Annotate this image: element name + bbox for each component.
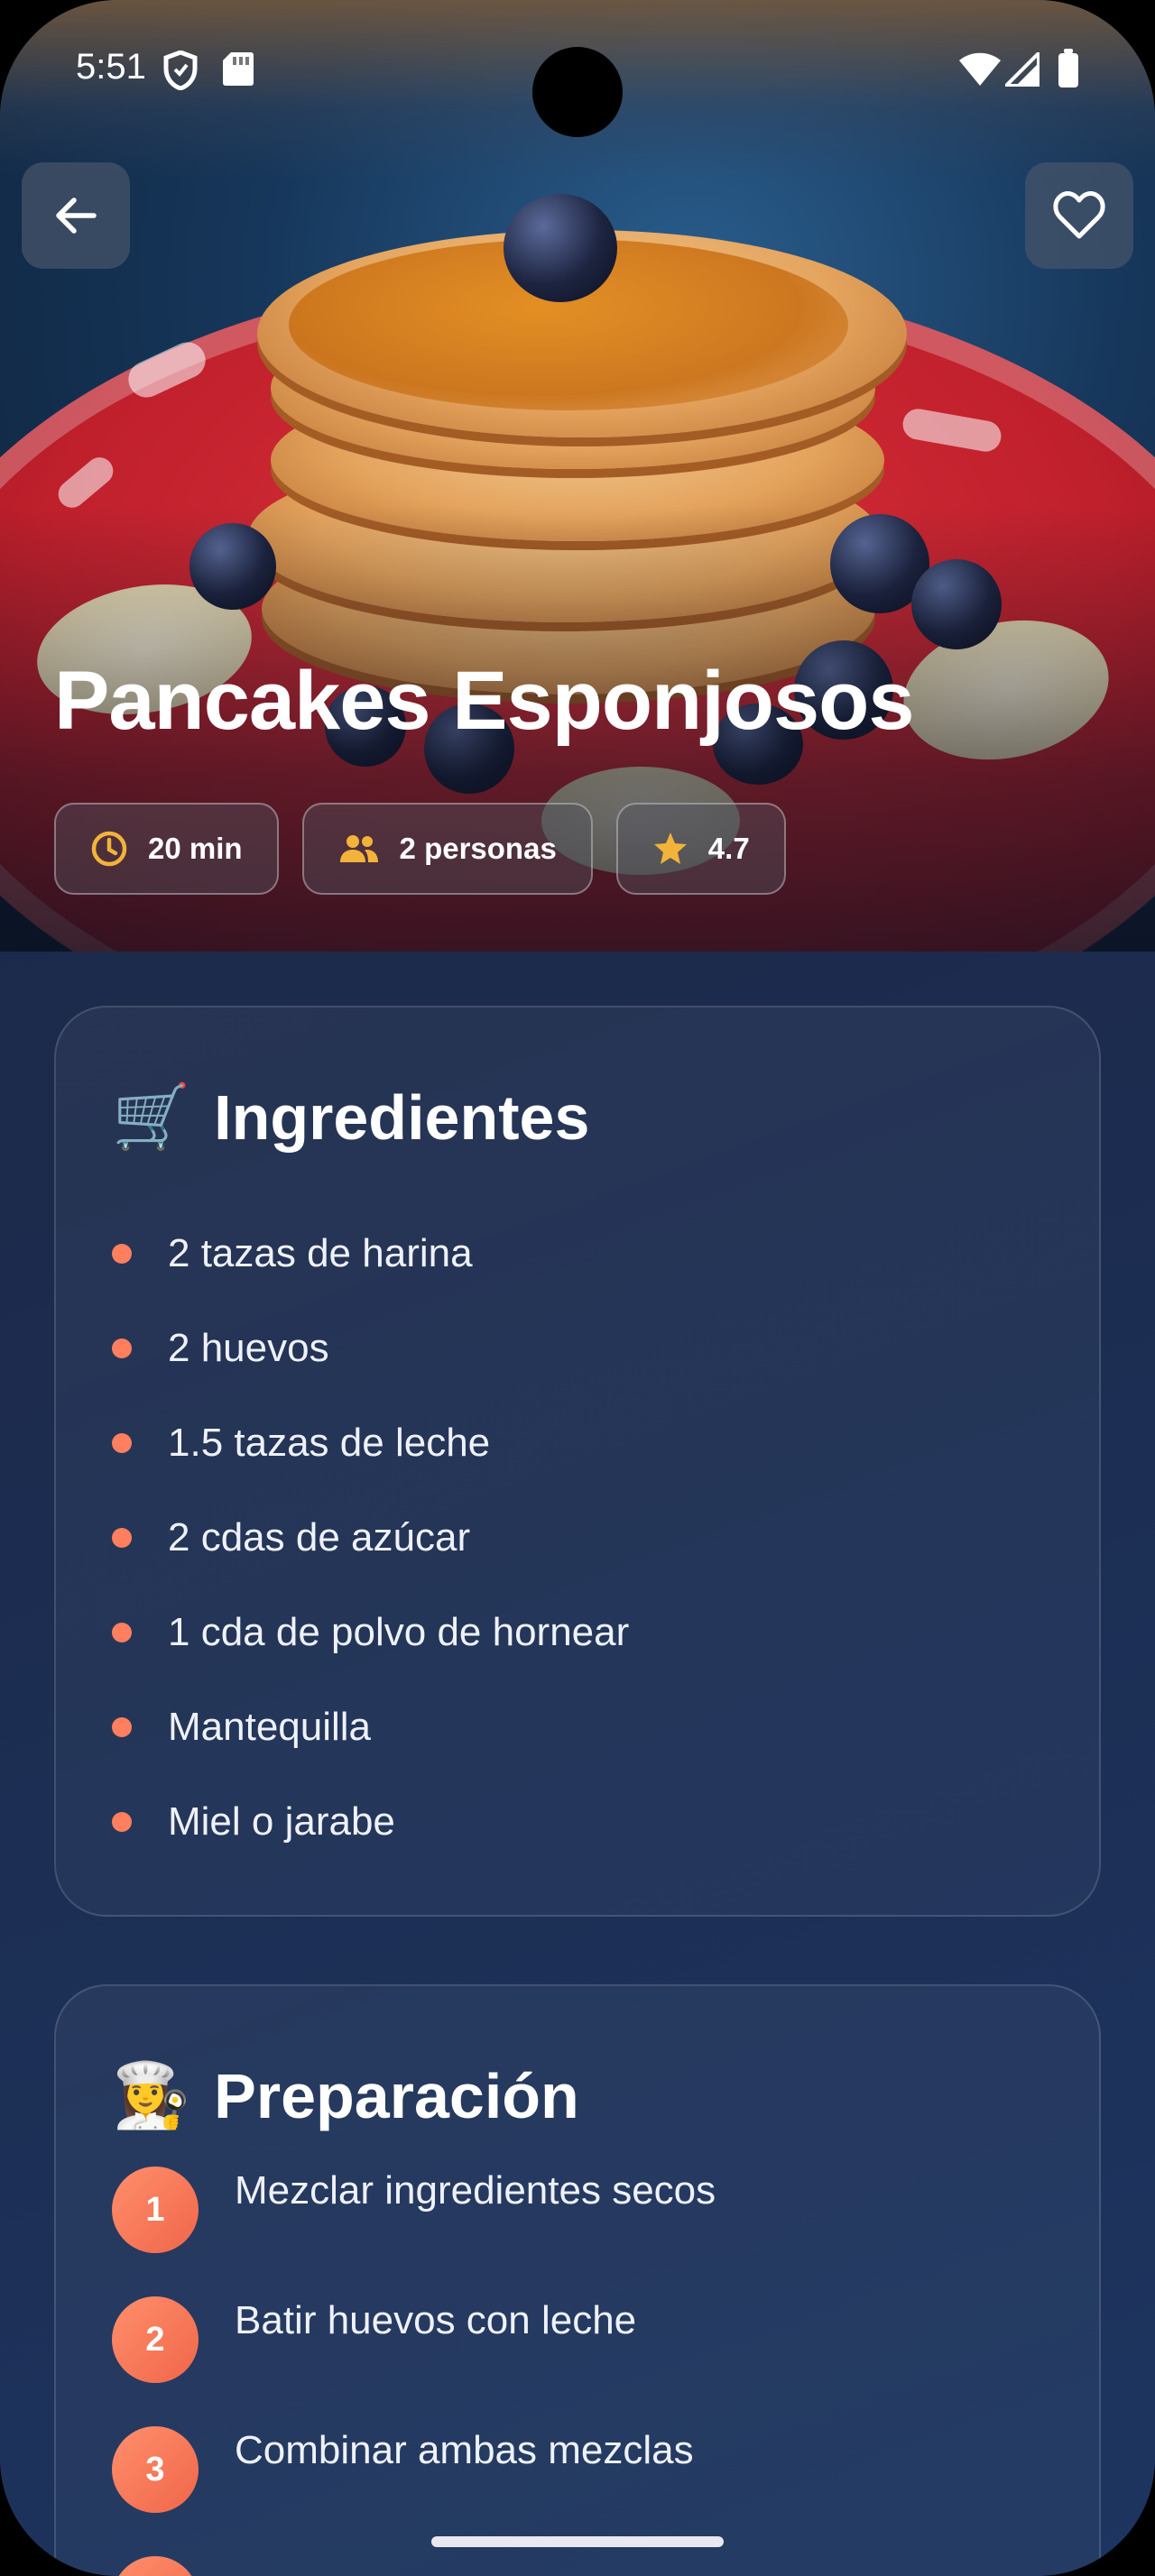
step-number: 3 xyxy=(112,2426,199,2513)
step-text: Mezclar ingredientes secos xyxy=(235,2168,716,2213)
ingredient-item: Miel o jarabe xyxy=(112,1774,629,1869)
step-item: 1 Mezclar ingredientes secos xyxy=(112,2167,716,2296)
status-time: 5:51 xyxy=(76,47,146,87)
chef-icon: 👩‍🍳 xyxy=(112,2058,191,2132)
shopping-cart-icon: 🛒 xyxy=(112,1080,191,1154)
bullet-dot-icon xyxy=(112,1432,132,1453)
star-icon xyxy=(653,833,687,864)
preparation-header: 👩‍🍳 Preparación xyxy=(112,2058,579,2133)
step-item: 2 Batir huevos con leche xyxy=(112,2296,716,2426)
ingredients-title: Ingredientes xyxy=(214,1081,590,1153)
recipe-title: Pancakes Esponjosos xyxy=(54,655,915,747)
back-button[interactable] xyxy=(22,162,130,269)
step-number xyxy=(112,2556,199,2576)
ingredients-header: 🛒 Ingredientes xyxy=(112,1080,589,1155)
arrow-left-icon xyxy=(56,198,97,234)
status-bar: 5:51 xyxy=(0,0,1155,137)
time-chip: 20 min xyxy=(54,803,279,895)
heart-outline-icon xyxy=(1053,191,1105,239)
bullet-dot-icon xyxy=(112,1811,132,1832)
bullet-dot-icon xyxy=(112,1243,132,1264)
ingredients-card: 🛒 Ingredientes 2 tazas de harina 2 huevo… xyxy=(54,1006,1101,1917)
rating-value: 4.7 xyxy=(707,832,750,865)
recipe-detail-screen: 5:51 Pancakes Esponjosos 20 min 2 person… xyxy=(0,0,1155,2576)
camera-cutout xyxy=(532,47,623,137)
home-indicator[interactable] xyxy=(431,2536,724,2547)
cell-signal-icon xyxy=(1002,49,1040,91)
bullet-dot-icon xyxy=(112,1338,132,1358)
ingredient-item: 1 cda de polvo de hornear xyxy=(112,1585,629,1679)
step-number: 1 xyxy=(112,2167,199,2253)
ingredients-list: 2 tazas de harina 2 huevos 1.5 tazas de … xyxy=(112,1206,629,1869)
preparation-card: 👩‍🍳 Preparación 1 Mezclar ingredientes s… xyxy=(54,1984,1101,2576)
servings-value: 2 personas xyxy=(399,832,557,865)
ingredient-item: 2 huevos xyxy=(112,1301,629,1395)
battery-icon xyxy=(1058,49,1079,93)
step-number: 2 xyxy=(112,2296,199,2383)
ingredient-item: Mantequilla xyxy=(112,1679,629,1774)
people-icon xyxy=(339,835,378,862)
servings-chip: 2 personas xyxy=(301,803,593,895)
ingredient-item: 1.5 tazas de leche xyxy=(112,1395,629,1490)
step-text: Batir huevos con leche xyxy=(235,2298,637,2342)
recipe-info-chips: 20 min 2 personas 4.7 xyxy=(54,803,786,895)
shield-icon xyxy=(162,50,199,95)
step-item-partial xyxy=(112,2556,716,2576)
bullet-dot-icon xyxy=(112,1527,132,1548)
preparation-title: Preparación xyxy=(214,2060,579,2131)
favorite-button[interactable] xyxy=(1025,162,1133,269)
time-value: 20 min xyxy=(148,832,243,865)
steps-list: 1 Mezclar ingredientes secos 2 Batir hue… xyxy=(112,2167,716,2576)
clock-icon xyxy=(91,831,127,867)
rating-chip: 4.7 xyxy=(615,803,786,895)
wifi-icon xyxy=(958,52,1002,91)
bullet-dot-icon xyxy=(112,1622,132,1642)
sd-card-icon xyxy=(222,51,254,91)
ingredient-item: 2 tazas de harina xyxy=(112,1206,629,1301)
bullet-dot-icon xyxy=(112,1716,132,1737)
ingredient-item: 2 cdas de azúcar xyxy=(112,1490,629,1585)
step-text: Combinar ambas mezclas xyxy=(235,2428,694,2472)
